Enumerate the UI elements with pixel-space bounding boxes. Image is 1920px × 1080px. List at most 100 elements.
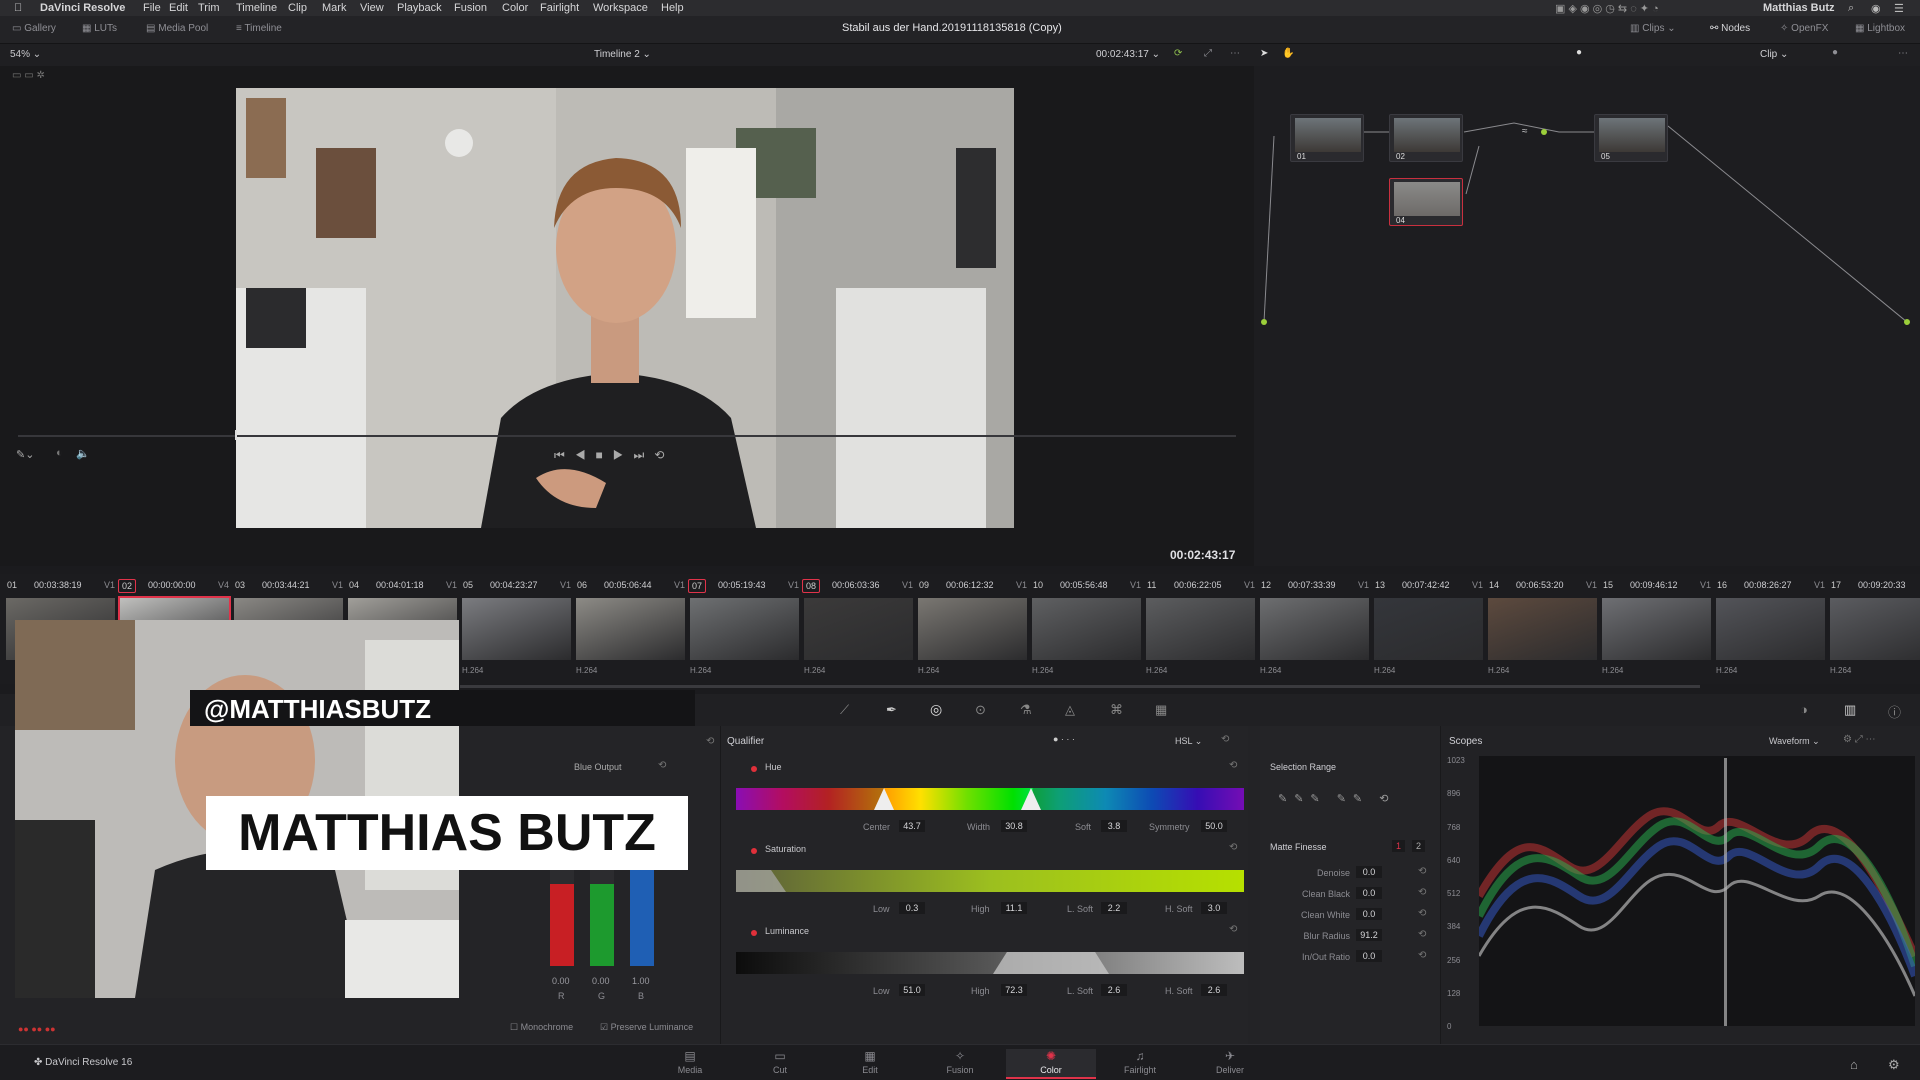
luminance-slider[interactable] — [736, 952, 1244, 974]
mixer-preset-icons[interactable]: ●● ●● ●● — [18, 1024, 56, 1034]
page-edit[interactable]: ▦ Edit — [825, 1049, 915, 1079]
clip-thumbnail[interactable] — [462, 598, 571, 660]
scopes-toggle-icon[interactable]: ▥ — [1844, 702, 1856, 718]
menu-timeline[interactable]: Timeline — [236, 2, 277, 14]
stills-icon[interactable]: ◑ — [1800, 702, 1808, 717]
zoom-select[interactable]: 54% ⌄ — [10, 49, 41, 60]
hsl-mode-select[interactable]: HSL ⌄ — [1175, 736, 1202, 747]
info-icon[interactable]: ⓘ — [1888, 702, 1901, 721]
reverse-icon[interactable]: ◀ — [575, 448, 596, 462]
clip-thumbnail[interactable] — [1716, 598, 1825, 660]
menu-view[interactable]: View — [360, 2, 384, 14]
picker-tools[interactable]: ✎✎✎ ✎✎ ⟲ — [1278, 792, 1395, 805]
matte-row-value[interactable]: 0.0 — [1356, 950, 1382, 962]
menu-edit[interactable]: Edit — [169, 2, 188, 14]
viewer-tool-icons[interactable]: ▭ ▭ ✲ — [12, 70, 45, 81]
luts-tab[interactable]: ▦ LUTs — [82, 23, 117, 34]
menu-help[interactable]: Help — [661, 2, 684, 14]
volume-icon[interactable]: 🔈 — [76, 447, 90, 460]
page-color[interactable]: ✺ Color — [1006, 1049, 1096, 1079]
sync-icon[interactable]: ⟳ — [1174, 48, 1182, 59]
node-mode-select[interactable]: Clip ⌄ — [1760, 49, 1788, 60]
clip-thumbnail[interactable] — [576, 598, 685, 660]
eyedropper-icon[interactable]: ✎⌄ — [16, 448, 34, 461]
lum-reset-icon[interactable]: ⟲ — [1229, 924, 1237, 935]
matte-reset-icon[interactable]: ⟲ — [1418, 950, 1426, 961]
node-01[interactable]: 01 — [1290, 114, 1364, 162]
clip-thumbnail[interactable] — [918, 598, 1027, 660]
clip-thumbnail[interactable] — [1032, 598, 1141, 660]
more-options-icon[interactable]: ⋯ — [1230, 48, 1240, 59]
reset-all-icon[interactable]: ⟲ — [706, 736, 714, 747]
pointer-icon[interactable]: ➤ — [1260, 48, 1268, 59]
loop-icon[interactable]: ⟲ — [654, 448, 674, 462]
hue-handle-left[interactable] — [874, 788, 894, 810]
key-icon[interactable]: ⌘ — [1110, 702, 1123, 718]
media-pool-tab[interactable]: ▤ Media Pool — [146, 23, 208, 34]
menu-file[interactable]: File — [143, 2, 161, 14]
app-name[interactable]: DaVinci Resolve — [40, 2, 125, 14]
sat-high-value[interactable]: 11.1 — [1001, 902, 1027, 914]
green-value[interactable]: 0.00 — [592, 976, 610, 986]
menu-color[interactable]: Color — [502, 2, 528, 14]
hand-icon[interactable]: ✋ — [1282, 48, 1294, 59]
saturation-slider[interactable] — [736, 870, 1244, 892]
nodes-tab[interactable]: ⚯ Nodes — [1710, 23, 1750, 34]
clip-thumbnail[interactable] — [1602, 598, 1711, 660]
green-bar[interactable] — [590, 884, 614, 966]
preserve-luminance-checkbox[interactable]: ☑ Preserve Luminance — [600, 1022, 693, 1033]
lum-lsoft-value[interactable]: 2.6 — [1101, 984, 1127, 996]
hue-enable-dot[interactable] — [751, 766, 757, 772]
clip-thumbnail[interactable] — [804, 598, 913, 660]
matte-reset-icon[interactable]: ⟲ — [1418, 866, 1426, 877]
node-02[interactable]: 02 — [1389, 114, 1463, 162]
search-icon[interactable]: ⌕ — [1848, 2, 1854, 15]
stop-icon[interactable]: ■ — [596, 448, 613, 462]
clip-strip-scrollbar[interactable] — [460, 685, 1700, 688]
menu-playback[interactable]: Playback — [397, 2, 442, 14]
red-value[interactable]: 0.00 — [552, 976, 570, 986]
sizing-icon[interactable]: ▦ — [1155, 702, 1167, 718]
blur-icon[interactable]: ◬ — [1065, 702, 1075, 718]
openfx-tab[interactable]: ✧ OpenFX — [1780, 23, 1828, 34]
matte-row-value[interactable]: 0.0 — [1356, 908, 1382, 920]
lum-enable-dot[interactable] — [751, 930, 757, 936]
clip-thumbnail[interactable] — [1374, 598, 1483, 660]
gear-icon[interactable]: ⚙ — [1888, 1057, 1900, 1073]
qualifier-icon[interactable]: ✒ — [886, 702, 897, 718]
clip-thumbnail[interactable] — [690, 598, 799, 660]
play-icon[interactable]: ▶ — [613, 448, 634, 462]
hue-soft-value[interactable]: 3.8 — [1101, 820, 1127, 832]
hue-handle-right[interactable] — [1021, 788, 1041, 810]
gallery-tab[interactable]: ▭ Gallery — [12, 23, 56, 34]
skip-start-icon[interactable]: ⏮ — [554, 448, 575, 462]
matte-tab-1[interactable]: 1 — [1392, 840, 1406, 852]
qualifier-reset-icon[interactable]: ⟲ — [1221, 734, 1229, 745]
tracker-icon[interactable]: ⊙ — [975, 702, 986, 718]
monochrome-checkbox[interactable]: ☐ Monochrome — [510, 1022, 573, 1033]
matte-reset-icon[interactable]: ⟲ — [1418, 929, 1426, 940]
menu-workspace[interactable]: Workspace — [593, 2, 648, 14]
highlight-icon[interactable]: ◐ — [56, 447, 63, 459]
sat-hsoft-value[interactable]: 3.0 — [1201, 902, 1227, 914]
page-cut[interactable]: ▭ Cut — [735, 1049, 825, 1079]
clip-thumbnail[interactable] — [1488, 598, 1597, 660]
clip-thumbnail[interactable] — [1830, 598, 1920, 660]
reset-icon[interactable]: ⟲ — [658, 760, 666, 771]
menu-fairlight[interactable]: Fairlight — [540, 2, 579, 14]
matte-row-value[interactable]: 91.2 — [1356, 929, 1382, 941]
menu-list-icon[interactable]: ☰ — [1894, 2, 1904, 15]
blue-value[interactable]: 1.00 — [632, 976, 650, 986]
timeline-tab[interactable]: ≡ Timeline — [236, 23, 282, 34]
menu-clip[interactable]: Clip — [288, 2, 307, 14]
scope-mode-select[interactable]: Waveform ⌄ — [1769, 736, 1820, 747]
blue-bar[interactable] — [630, 866, 654, 966]
matte-reset-icon[interactable]: ⟲ — [1418, 908, 1426, 919]
matte-reset-icon[interactable]: ⟲ — [1418, 887, 1426, 898]
sat-enable-dot[interactable] — [751, 848, 757, 854]
page-fusion[interactable]: ✧ Fusion — [915, 1049, 1005, 1079]
sat-lsoft-value[interactable]: 2.2 — [1101, 902, 1127, 914]
skip-end-icon[interactable]: ⏭ — [634, 448, 655, 462]
magic-mask-icon[interactable]: ⚗ — [1020, 702, 1032, 718]
playhead[interactable] — [235, 430, 237, 440]
